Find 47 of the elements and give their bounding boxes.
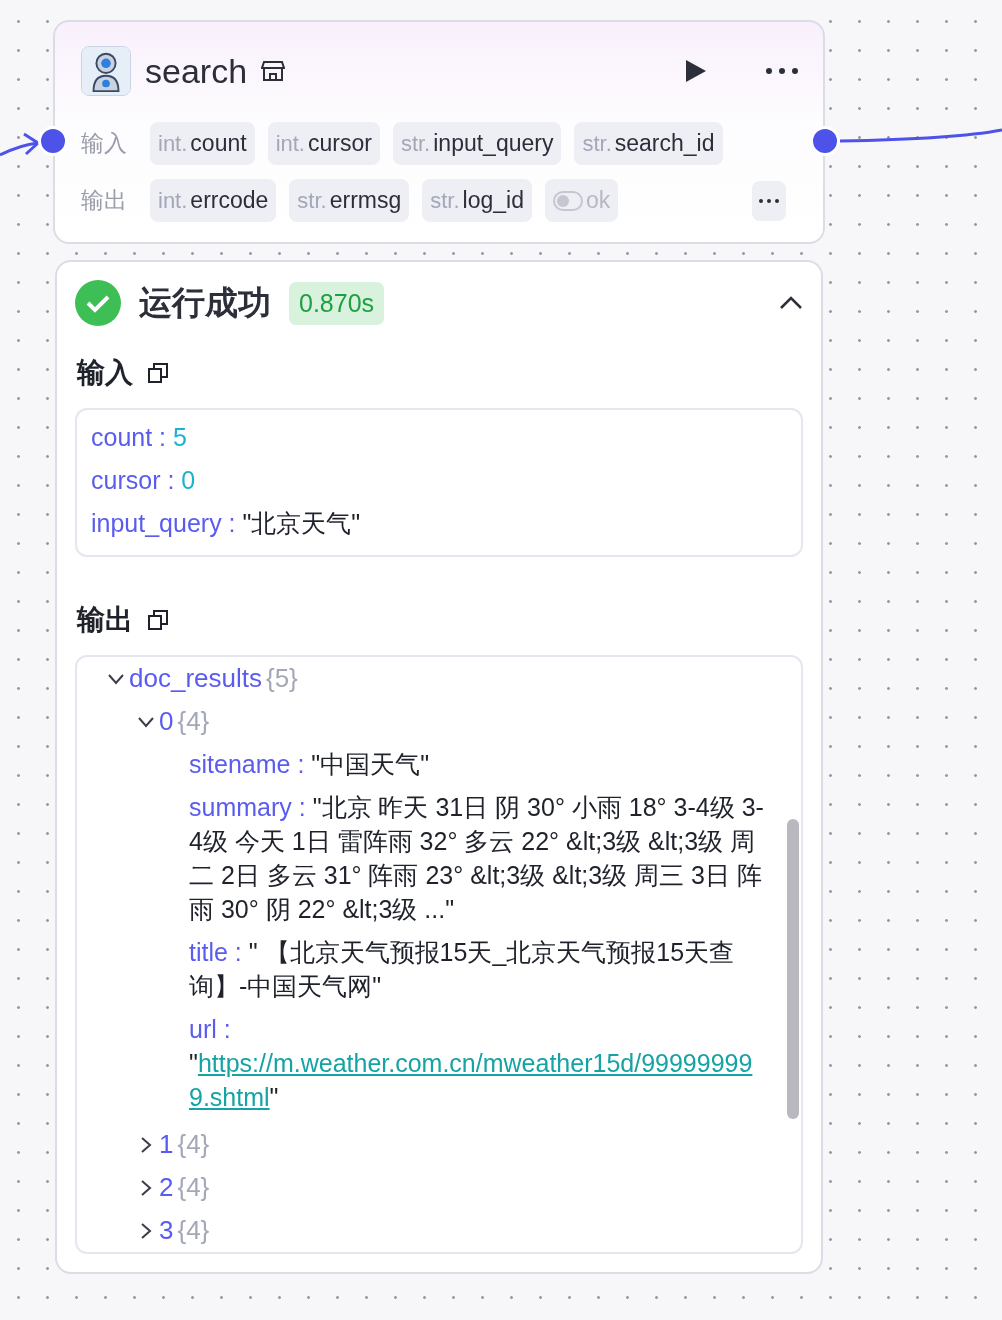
port-tag: str.search_id [574, 122, 723, 165]
tree-key[interactable]: 1 [159, 1123, 174, 1166]
copy-icon[interactable] [147, 362, 169, 384]
section-title: 输出 [77, 603, 133, 637]
item-count: {5} [265, 662, 298, 695]
port-tag: ok [545, 179, 619, 222]
url-link[interactable]: "https://m.weather.com.cn/mweather15d/999999999.shtml" [189, 1046, 769, 1114]
robot-icon [81, 46, 131, 96]
more-button[interactable] [752, 180, 786, 221]
port-tag: int.errcode [150, 179, 277, 222]
tree-key[interactable]: 0 [159, 700, 174, 743]
input-port[interactable] [38, 126, 68, 156]
item-count: {4} [177, 705, 210, 738]
section-title: 输入 [77, 356, 133, 390]
tree-key[interactable]: doc_results [129, 657, 262, 700]
node-title: search [145, 51, 248, 91]
json-field: input_query : "北京天气" [91, 502, 787, 545]
json-field: cursor : 0 [91, 459, 787, 502]
json-field: title : " 【北京天气预报15天_北京天气预报15天查询】-中国天气网" [189, 935, 769, 1003]
collapse-button[interactable] [779, 295, 803, 311]
port-tag: int.count [150, 122, 255, 165]
copy-icon[interactable] [147, 609, 169, 631]
more-icon[interactable] [765, 67, 799, 75]
port-label: 输入 [81, 129, 128, 158]
item-count: {4} [177, 1128, 210, 1161]
port-tag: str.input_query [392, 122, 562, 165]
more-icon [759, 198, 779, 203]
json-field: count : 5 [91, 416, 787, 459]
connector-arrow [0, 132, 41, 157]
field-key: url : [189, 1012, 769, 1046]
tree-key[interactable]: 2 [159, 1166, 174, 1209]
scrollbar[interactable] [787, 819, 799, 1119]
port-tag: str.errmsg [289, 179, 410, 222]
port-label: 输出 [81, 186, 128, 215]
success-icon [75, 280, 121, 326]
store-icon [261, 60, 286, 82]
toggle-icon [553, 190, 583, 211]
json-field: summary : "北京 昨天 31日 阴 30° 小雨 18° 3-4级 3-4级 今天 1日 雷阵雨 32° 多云 22° &lt;3级 &lt;3级 周二 2日 多云 31° 阵雨 23° &lt;3级 &lt;3级 周三 3日 阵雨 30° 阴 22° &lt;3级 ..." [189, 790, 769, 926]
status-text: 运行成功 [139, 282, 271, 323]
duration-badge: 0.870s [289, 281, 385, 325]
item-count: {4} [177, 1214, 210, 1247]
play-icon[interactable] [685, 59, 707, 83]
port-tag: int.cursor [267, 122, 380, 165]
tree-key[interactable]: 3 [159, 1209, 174, 1252]
json-field: sitename : "中国天气" [189, 747, 769, 781]
port-tag: str.log_id [422, 179, 532, 222]
item-count: {4} [177, 1171, 210, 1204]
